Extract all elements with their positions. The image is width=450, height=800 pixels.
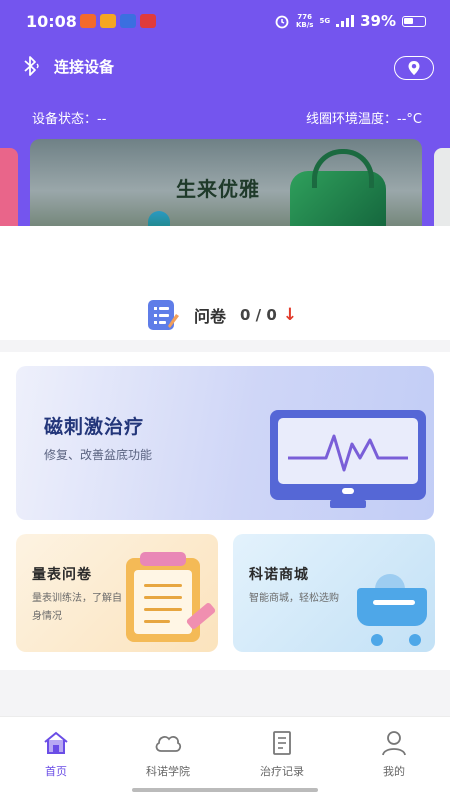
status-bar: 10:08 776 KB/s 5G 39% xyxy=(0,0,450,46)
battery-icon xyxy=(402,15,426,27)
shop-title: 科诺商城 xyxy=(249,567,309,583)
survey-subtitle: 量表训练法，了解自身情况 xyxy=(32,593,122,622)
coil-temperature: 线圈环境温度：--°C xyxy=(306,112,422,127)
location-button[interactable] xyxy=(394,56,434,80)
bluetooth-icon xyxy=(24,56,39,76)
status-time: 10:08 xyxy=(26,12,77,31)
battery-percent: 39% xyxy=(360,12,396,30)
shopping-cart-icon xyxy=(357,588,427,626)
status-right: 776 KB/s 5G 39% xyxy=(274,12,426,30)
questionnaire-label: 问卷 xyxy=(194,307,227,326)
location-icon xyxy=(408,61,420,75)
questionnaire-count: 0 / 0 xyxy=(240,306,277,324)
app-notification-icon xyxy=(100,14,116,28)
nav-records[interactable]: 治疗记录 xyxy=(242,729,322,779)
arrow-down-icon: ↓ xyxy=(282,305,298,325)
signal-icon xyxy=(336,15,355,27)
clipboard-icon xyxy=(126,558,200,642)
nav-profile[interactable]: 我的 xyxy=(354,729,434,779)
shop-card[interactable]: 科诺商城 智能商城，轻松选购 xyxy=(233,534,435,652)
therapy-card[interactable]: 磁刺激治疗 修复、改善盆底功能 xyxy=(16,366,434,520)
cloud-icon xyxy=(155,736,182,752)
network-speed: 776 KB/s xyxy=(295,13,314,29)
nav-home-label: 首页 xyxy=(45,765,67,778)
connect-device-button[interactable]: 连接设备 xyxy=(20,54,114,78)
nav-academy[interactable]: 科诺学院 xyxy=(128,729,208,779)
survey-title: 量表问卷 xyxy=(32,567,92,583)
survey-card[interactable]: 量表问卷 量表训练法，了解自身情况 xyxy=(16,534,218,652)
therapy-subtitle: 修复、改善盆底功能 xyxy=(44,448,153,462)
user-icon xyxy=(382,731,406,756)
questionnaire-icon xyxy=(148,300,179,330)
notification-icons xyxy=(80,14,156,28)
connect-device-label: 连接设备 xyxy=(54,57,115,76)
nav-profile-label: 我的 xyxy=(383,765,405,778)
home-indicator[interactable] xyxy=(132,788,318,792)
banner-title: 生来优雅 xyxy=(176,177,260,201)
pulse-wave-icon xyxy=(288,434,408,472)
therapy-title: 磁刺激治疗 xyxy=(44,416,145,438)
record-icon xyxy=(273,731,291,755)
nav-records-label: 治疗记录 xyxy=(260,765,304,778)
nav-academy-label: 科诺学院 xyxy=(146,765,190,778)
app-notification-icon xyxy=(120,14,136,28)
shop-subtitle: 智能商城，轻松选购 xyxy=(249,593,339,604)
alarm-icon xyxy=(275,15,289,29)
device-status: 设备状态：-- xyxy=(32,112,107,127)
app-notification-icon xyxy=(140,14,156,28)
monitor-icon xyxy=(270,410,426,500)
signal-label: 5G xyxy=(319,17,331,25)
home-icon xyxy=(44,731,68,754)
nav-home[interactable]: 首页 xyxy=(16,729,96,779)
app-notification-icon xyxy=(80,14,96,28)
questionnaire-row[interactable]: 问卷 0 / 0 ↓ xyxy=(146,298,297,332)
